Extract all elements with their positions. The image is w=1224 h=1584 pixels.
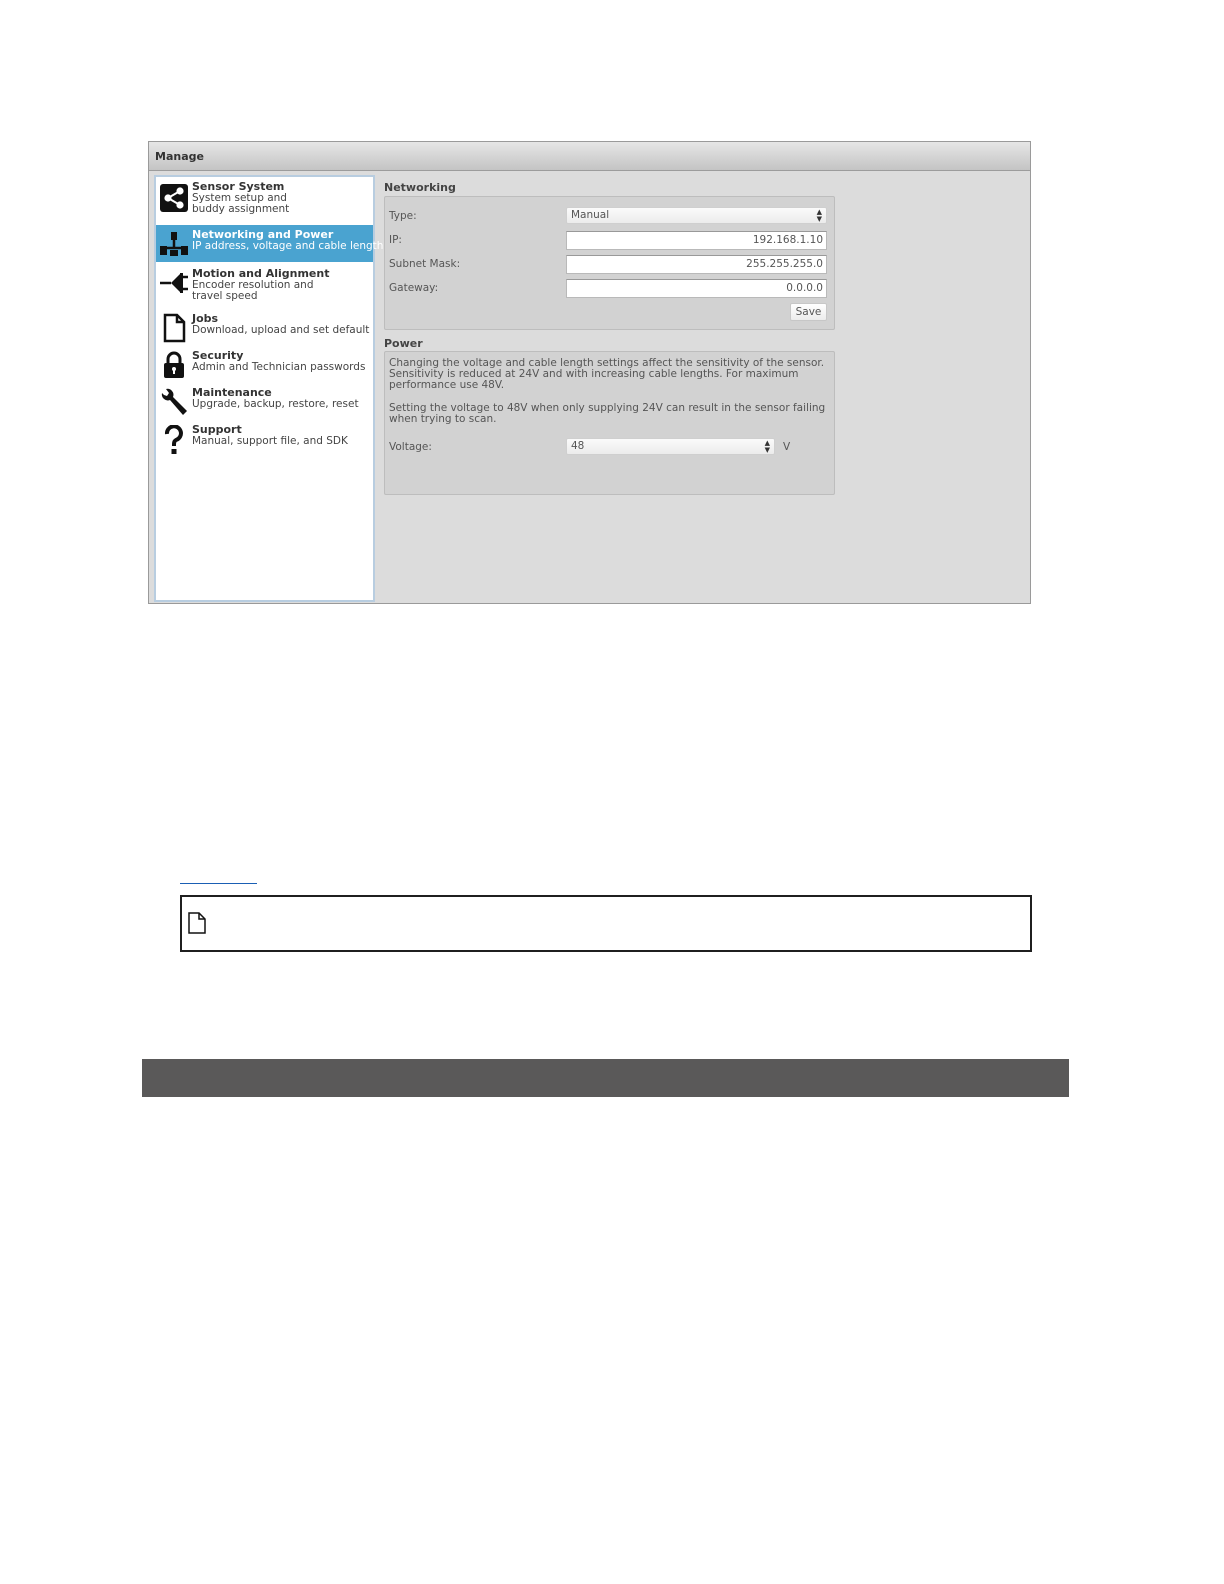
document-icon <box>163 313 186 343</box>
type-value: Manual <box>571 209 610 221</box>
subnet-mask-input[interactable]: 255.255.255.0 <box>566 255 827 274</box>
ip-input[interactable]: 192.168.1.10 <box>566 231 827 250</box>
plug-icon <box>160 273 188 293</box>
select-arrows-icon: ▲ ▼ <box>816 207 822 223</box>
voltage-unit: V <box>783 441 791 453</box>
voltage-label: Voltage: <box>389 441 432 453</box>
sidebar-item-desc: Admin and Technician passwords <box>192 361 366 373</box>
type-label: Type: <box>389 210 417 222</box>
select-arrows-icon: ▲ ▼ <box>764 438 770 454</box>
ip-label: IP: <box>389 234 402 246</box>
power-description: Changing the voltage and cable length se… <box>389 358 829 425</box>
sidebar-item-desc: Manual, support file, and SDK <box>192 435 348 447</box>
note-box <box>180 895 1032 952</box>
link-underline[interactable] <box>180 883 257 884</box>
sidebar-item-support[interactable]: Support Manual, support file, and SDK <box>156 423 373 460</box>
network-icon <box>160 232 188 256</box>
window-title: Manage <box>149 142 1030 171</box>
sidebar-item-security[interactable]: Security Admin and Technician passwords <box>156 349 373 386</box>
question-icon <box>164 425 183 454</box>
sidebar-item-networking-and-power[interactable]: Networking and Power IP address, voltage… <box>156 225 384 262</box>
sidebar-item-desc: Encoder resolution and travel speed <box>192 279 314 302</box>
sidebar: Sensor System System setup and buddy ass… <box>154 175 384 602</box>
sidebar-item-desc: Upgrade, backup, restore, reset <box>192 398 359 410</box>
sidebar-item-jobs[interactable]: Jobs Download, upload and set default <box>156 312 373 349</box>
subnet-mask-label: Subnet Mask: <box>389 258 461 270</box>
section-header-bar <box>142 1059 1069 1097</box>
power-title: Power <box>384 337 423 350</box>
voltage-value: 48 <box>571 440 585 452</box>
power-paragraph-1: Changing the voltage and cable length se… <box>389 357 825 391</box>
sidebar-item-desc: IP address, voltage and cable length <box>192 240 384 252</box>
sidebar-item-desc: Download, upload and set default <box>192 324 370 336</box>
sidebar-item-maintenance[interactable]: Maintenance Upgrade, backup, restore, re… <box>156 386 373 423</box>
gateway-input[interactable]: 0.0.0.0 <box>566 279 827 298</box>
voltage-select[interactable]: 48 ▲ ▼ <box>566 438 775 455</box>
power-group: Changing the voltage and cable length se… <box>384 351 835 495</box>
sidebar-item-desc: System setup and buddy assignment <box>192 192 290 215</box>
networking-title: Networking <box>384 181 456 194</box>
networking-group: Type: Manual ▲ ▼ IP: 192.168.1.10 Subnet … <box>384 196 835 330</box>
share-icon <box>160 184 188 212</box>
save-button[interactable]: Save <box>790 303 827 321</box>
sidebar-item-motion-and-alignment[interactable]: Motion and Alignment Encoder resolution … <box>156 265 373 310</box>
power-paragraph-2: Setting the voltage to 48V when only sup… <box>389 402 826 425</box>
wrench-icon <box>161 388 187 415</box>
note-document-icon <box>188 912 206 934</box>
manage-window: Manage Sensor System System setup and bu… <box>148 141 1031 604</box>
sidebar-item-sensor-system[interactable]: Sensor System System setup and buddy ass… <box>156 180 373 225</box>
type-select[interactable]: Manual ▲ ▼ <box>566 207 827 224</box>
lock-icon <box>164 351 184 378</box>
gateway-label: Gateway: <box>389 282 439 294</box>
